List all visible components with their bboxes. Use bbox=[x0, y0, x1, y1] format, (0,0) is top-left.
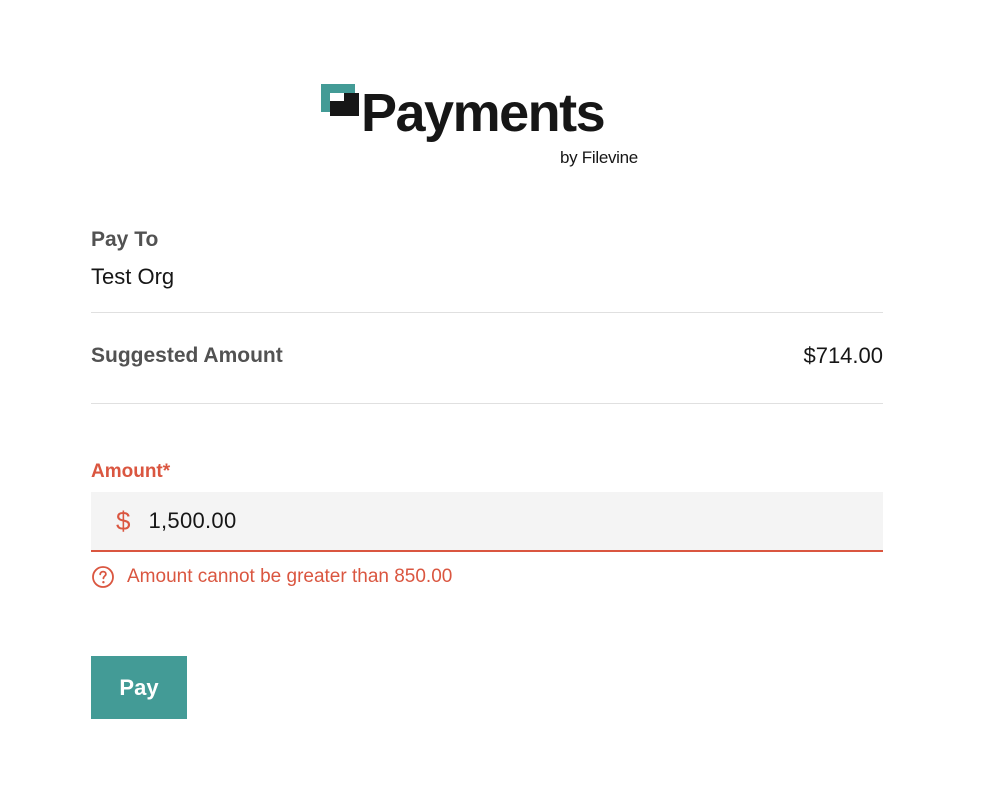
payments-logo: Payments by Filevine bbox=[321, 84, 661, 174]
amount-input[interactable] bbox=[146, 507, 831, 535]
pay-button[interactable]: Pay bbox=[91, 656, 187, 719]
amount-error-text: Amount cannot be greater than 850.00 bbox=[127, 566, 453, 587]
help-circle-icon bbox=[92, 566, 114, 588]
brand-subtitle: by Filevine bbox=[560, 148, 638, 167]
divider bbox=[91, 403, 883, 404]
suggested-amount-label: Suggested Amount bbox=[91, 344, 283, 367]
currency-symbol: $ bbox=[116, 505, 131, 536]
filevine-logo-icon bbox=[321, 84, 359, 116]
amount-error: Amount cannot be greater than 850.00 bbox=[91, 565, 452, 589]
suggested-amount-row: Suggested Amount $714.00 bbox=[91, 343, 883, 369]
divider bbox=[91, 312, 883, 313]
amount-label: Amount* bbox=[91, 461, 171, 482]
amount-field[interactable]: $ bbox=[91, 492, 883, 552]
suggested-amount-value: $714.00 bbox=[803, 343, 883, 368]
pay-to-value: Test Org bbox=[91, 264, 175, 289]
brand-name: Payments bbox=[361, 83, 606, 143]
pay-to-label: Pay To bbox=[91, 228, 159, 251]
